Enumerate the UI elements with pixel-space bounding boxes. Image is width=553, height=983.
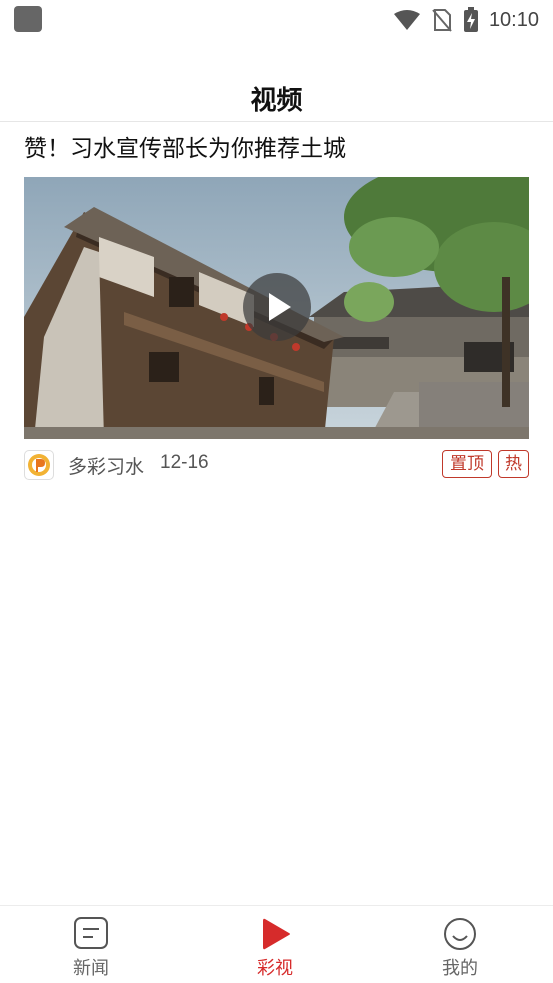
status-bar: 10:10 — [0, 0, 553, 40]
status-icons: 10:10 — [393, 6, 539, 34]
battery-charging-icon — [463, 7, 478, 32]
video-title[interactable]: 赞！习水宣传部长为你推荐土城 — [24, 128, 529, 172]
top-header: 视频 — [0, 70, 553, 122]
nav-item-mine[interactable]: 我的 — [400, 906, 520, 983]
app-screen: 10:10 视频 赞！习水宣传部长为你推荐土城 多彩习水 12-16 置顶 热 … — [0, 0, 553, 983]
status-time: 10:10 — [488, 8, 539, 31]
nav-item-video[interactable]: 彩视 — [215, 906, 335, 983]
app-notification-icon — [14, 6, 42, 32]
wifi-icon — [393, 10, 420, 30]
video-thumbnail[interactable] — [24, 177, 529, 439]
smiley-profile-icon — [444, 918, 476, 950]
hot-badge: 热 — [498, 450, 529, 478]
publish-date: 12-16 — [160, 452, 209, 473]
video-play-icon — [263, 918, 290, 950]
source-name[interactable]: 多彩习水 — [68, 452, 144, 479]
page-title: 视频 — [250, 86, 303, 116]
source-logo-icon — [24, 450, 54, 480]
news-icon — [74, 917, 108, 949]
video-card[interactable]: 赞！习水宣传部长为你推荐土城 多彩习水 12-16 置顶 热 — [24, 128, 529, 481]
pinned-badge: 置顶 — [442, 450, 492, 478]
nav-label-mine: 我的 — [442, 958, 478, 979]
play-icon[interactable] — [243, 273, 311, 341]
bottom-nav: 新闻 彩视 我的 — [0, 905, 553, 983]
nav-label-news: 新闻 — [73, 958, 109, 979]
nav-item-news[interactable]: 新闻 — [31, 906, 151, 983]
nav-label-video: 彩视 — [257, 958, 293, 979]
video-meta: 多彩习水 12-16 置顶 热 — [24, 449, 529, 481]
no-sim-icon — [432, 9, 452, 32]
